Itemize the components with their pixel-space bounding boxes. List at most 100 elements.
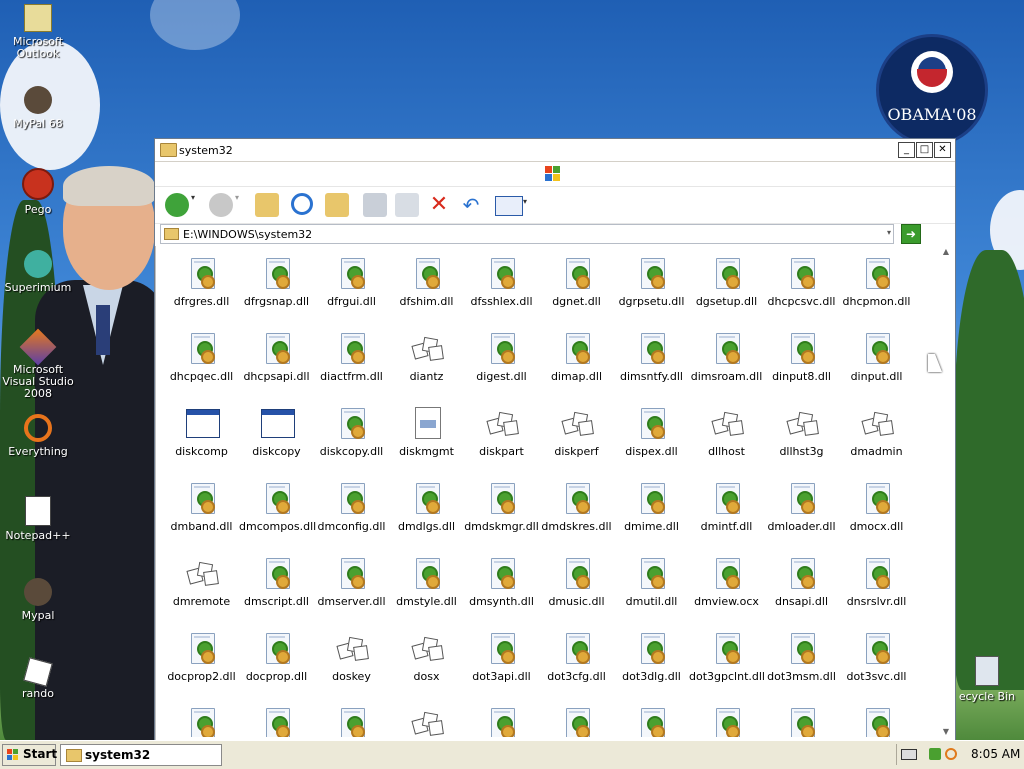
desktop-icon-mypal-68[interactable]: MyPal 68 xyxy=(0,86,76,130)
scroll-down-icon[interactable]: ▼ xyxy=(941,727,951,737)
views-icon[interactable] xyxy=(495,196,523,216)
file-item[interactable]: dfrgres.dll xyxy=(164,257,239,308)
file-item[interactable] xyxy=(239,707,314,737)
file-item[interactable]: dmband.dll xyxy=(164,482,239,533)
file-item[interactable]: diantz xyxy=(389,332,464,383)
file-item[interactable]: dfshim.dll xyxy=(389,257,464,308)
file-item[interactable]: dmstyle.dll xyxy=(389,557,464,608)
file-item[interactable]: dmdskres.dll xyxy=(539,482,614,533)
file-item[interactable]: dnsapi.dll xyxy=(764,557,839,608)
forward-dropdown-icon[interactable]: ▾ xyxy=(235,193,245,217)
file-item[interactable] xyxy=(164,707,239,737)
desktop-icon-pego[interactable]: Pego xyxy=(0,168,76,216)
file-item[interactable]: dmview.ocx xyxy=(689,557,764,608)
scroll-up-icon[interactable]: ▲ xyxy=(941,247,951,257)
file-item[interactable]: dot3svc.dll xyxy=(839,632,914,683)
file-item[interactable]: dmocx.dll xyxy=(839,482,914,533)
up-folder-icon[interactable] xyxy=(255,193,279,217)
file-item[interactable] xyxy=(539,707,614,737)
file-item[interactable]: digest.dll xyxy=(464,332,539,383)
file-item[interactable]: dhcpcsvc.dll xyxy=(764,257,839,308)
file-item[interactable]: dmime.dll xyxy=(614,482,689,533)
file-item[interactable]: docprop.dll xyxy=(239,632,314,683)
file-item[interactable]: dmconfig.dll xyxy=(314,482,389,533)
file-item[interactable]: dmusic.dll xyxy=(539,557,614,608)
file-item[interactable]: dgnet.dll xyxy=(539,257,614,308)
address-dropdown-icon[interactable]: ▾ xyxy=(887,228,891,237)
file-item[interactable]: dot3dlg.dll xyxy=(614,632,689,683)
file-item[interactable]: dllhst3g xyxy=(764,407,839,458)
file-item[interactable]: dinput8.dll xyxy=(764,332,839,383)
file-item[interactable]: dmsynth.dll xyxy=(464,557,539,608)
forward-button[interactable] xyxy=(209,193,233,217)
file-item[interactable]: diskperf xyxy=(539,407,614,458)
file-item[interactable] xyxy=(464,707,539,737)
search-icon[interactable] xyxy=(945,748,957,760)
file-item[interactable]: dnsrslvr.dll xyxy=(839,557,914,608)
file-item[interactable] xyxy=(614,707,689,737)
file-item[interactable]: dmdskmgr.dll xyxy=(464,482,539,533)
taskbar-item-system32[interactable]: system32 xyxy=(60,744,222,766)
file-item[interactable]: dmintf.dll xyxy=(689,482,764,533)
file-item[interactable]: dmremote xyxy=(164,557,239,608)
copy-to-icon[interactable] xyxy=(395,193,419,217)
file-item[interactable]: dimsroam.dll xyxy=(689,332,764,383)
folders-icon[interactable] xyxy=(325,193,349,217)
move-to-icon[interactable] xyxy=(363,193,387,217)
start-button[interactable]: Start xyxy=(2,744,57,766)
file-item[interactable]: diskcopy xyxy=(239,407,314,458)
file-item[interactable]: dgsetup.dll xyxy=(689,257,764,308)
file-item[interactable] xyxy=(689,707,764,737)
file-item[interactable]: diskcopy.dll xyxy=(314,407,389,458)
file-item[interactable]: dmdlgs.dll xyxy=(389,482,464,533)
file-item[interactable]: dhcpsapi.dll xyxy=(239,332,314,383)
file-item[interactable]: dimap.dll xyxy=(539,332,614,383)
file-item[interactable]: docprop2.dll xyxy=(164,632,239,683)
vertical-scrollbar[interactable]: ▲ ▼ xyxy=(941,247,951,737)
file-item[interactable]: dfsshlex.dll xyxy=(464,257,539,308)
file-item[interactable]: dinput.dll xyxy=(839,332,914,383)
close-button[interactable]: ✕ xyxy=(934,142,951,158)
file-item[interactable]: dot3api.dll xyxy=(464,632,539,683)
file-item[interactable]: dfrgui.dll xyxy=(314,257,389,308)
file-item[interactable]: dfrgsnap.dll xyxy=(239,257,314,308)
address-field[interactable]: E:\WINDOWS\system32 ▾ xyxy=(160,224,894,244)
file-item[interactable]: diactfrm.dll xyxy=(314,332,389,383)
go-button[interactable]: ➜ xyxy=(901,224,921,244)
file-item[interactable]: dmutil.dll xyxy=(614,557,689,608)
file-item[interactable]: dllhost xyxy=(689,407,764,458)
maximize-button[interactable]: □ xyxy=(916,142,933,158)
title-bar[interactable]: system32 _ □ ✕ xyxy=(155,139,955,162)
desktop-icon-outlook[interactable]: Microsoft Outlook xyxy=(0,4,76,60)
file-item[interactable]: dhcpmon.dll xyxy=(839,257,914,308)
file-item[interactable] xyxy=(389,707,464,737)
minimize-button[interactable]: _ xyxy=(898,142,915,158)
file-item[interactable]: dot3gpclnt.dll xyxy=(689,632,765,683)
file-item[interactable]: dot3msm.dll xyxy=(764,632,839,683)
file-item[interactable]: dmcompos.dll xyxy=(239,482,316,533)
file-item[interactable]: dispex.dll xyxy=(614,407,689,458)
file-item[interactable]: dot3cfg.dll xyxy=(539,632,614,683)
file-item[interactable]: doskey xyxy=(314,632,389,683)
file-item[interactable]: diskpart xyxy=(464,407,539,458)
file-item[interactable] xyxy=(839,707,914,737)
desktop-icon-mypal[interactable]: Mypal xyxy=(0,578,76,622)
file-item[interactable]: dgrpsetu.dll xyxy=(614,257,689,308)
file-item[interactable]: dmserver.dll xyxy=(314,557,389,608)
desktop-icon-everything[interactable]: Everything xyxy=(0,414,76,458)
delete-icon[interactable]: ✕ xyxy=(427,193,451,217)
file-item[interactable]: dosx xyxy=(389,632,464,683)
back-button[interactable] xyxy=(165,193,189,217)
file-item[interactable] xyxy=(764,707,839,737)
file-item[interactable]: dimsntfy.dll xyxy=(614,332,689,383)
desktop-icon-recycle-bin[interactable]: ecycle Bin xyxy=(950,656,1024,703)
tray-app-icon[interactable] xyxy=(929,748,941,760)
file-item[interactable]: dmscript.dll xyxy=(239,557,314,608)
file-item[interactable]: dmadmin xyxy=(839,407,914,458)
file-item[interactable]: dhcpqec.dll xyxy=(164,332,239,383)
file-item[interactable]: diskcomp xyxy=(164,407,239,458)
desktop-icon-visual-studio[interactable]: Microsoft Visual Studio 2008 xyxy=(0,328,76,400)
desktop-icon-rando[interactable]: rando xyxy=(0,657,76,700)
views-dropdown-icon[interactable]: ▾ xyxy=(523,197,533,221)
desktop-icon-superimium[interactable]: Superimium xyxy=(0,250,76,294)
